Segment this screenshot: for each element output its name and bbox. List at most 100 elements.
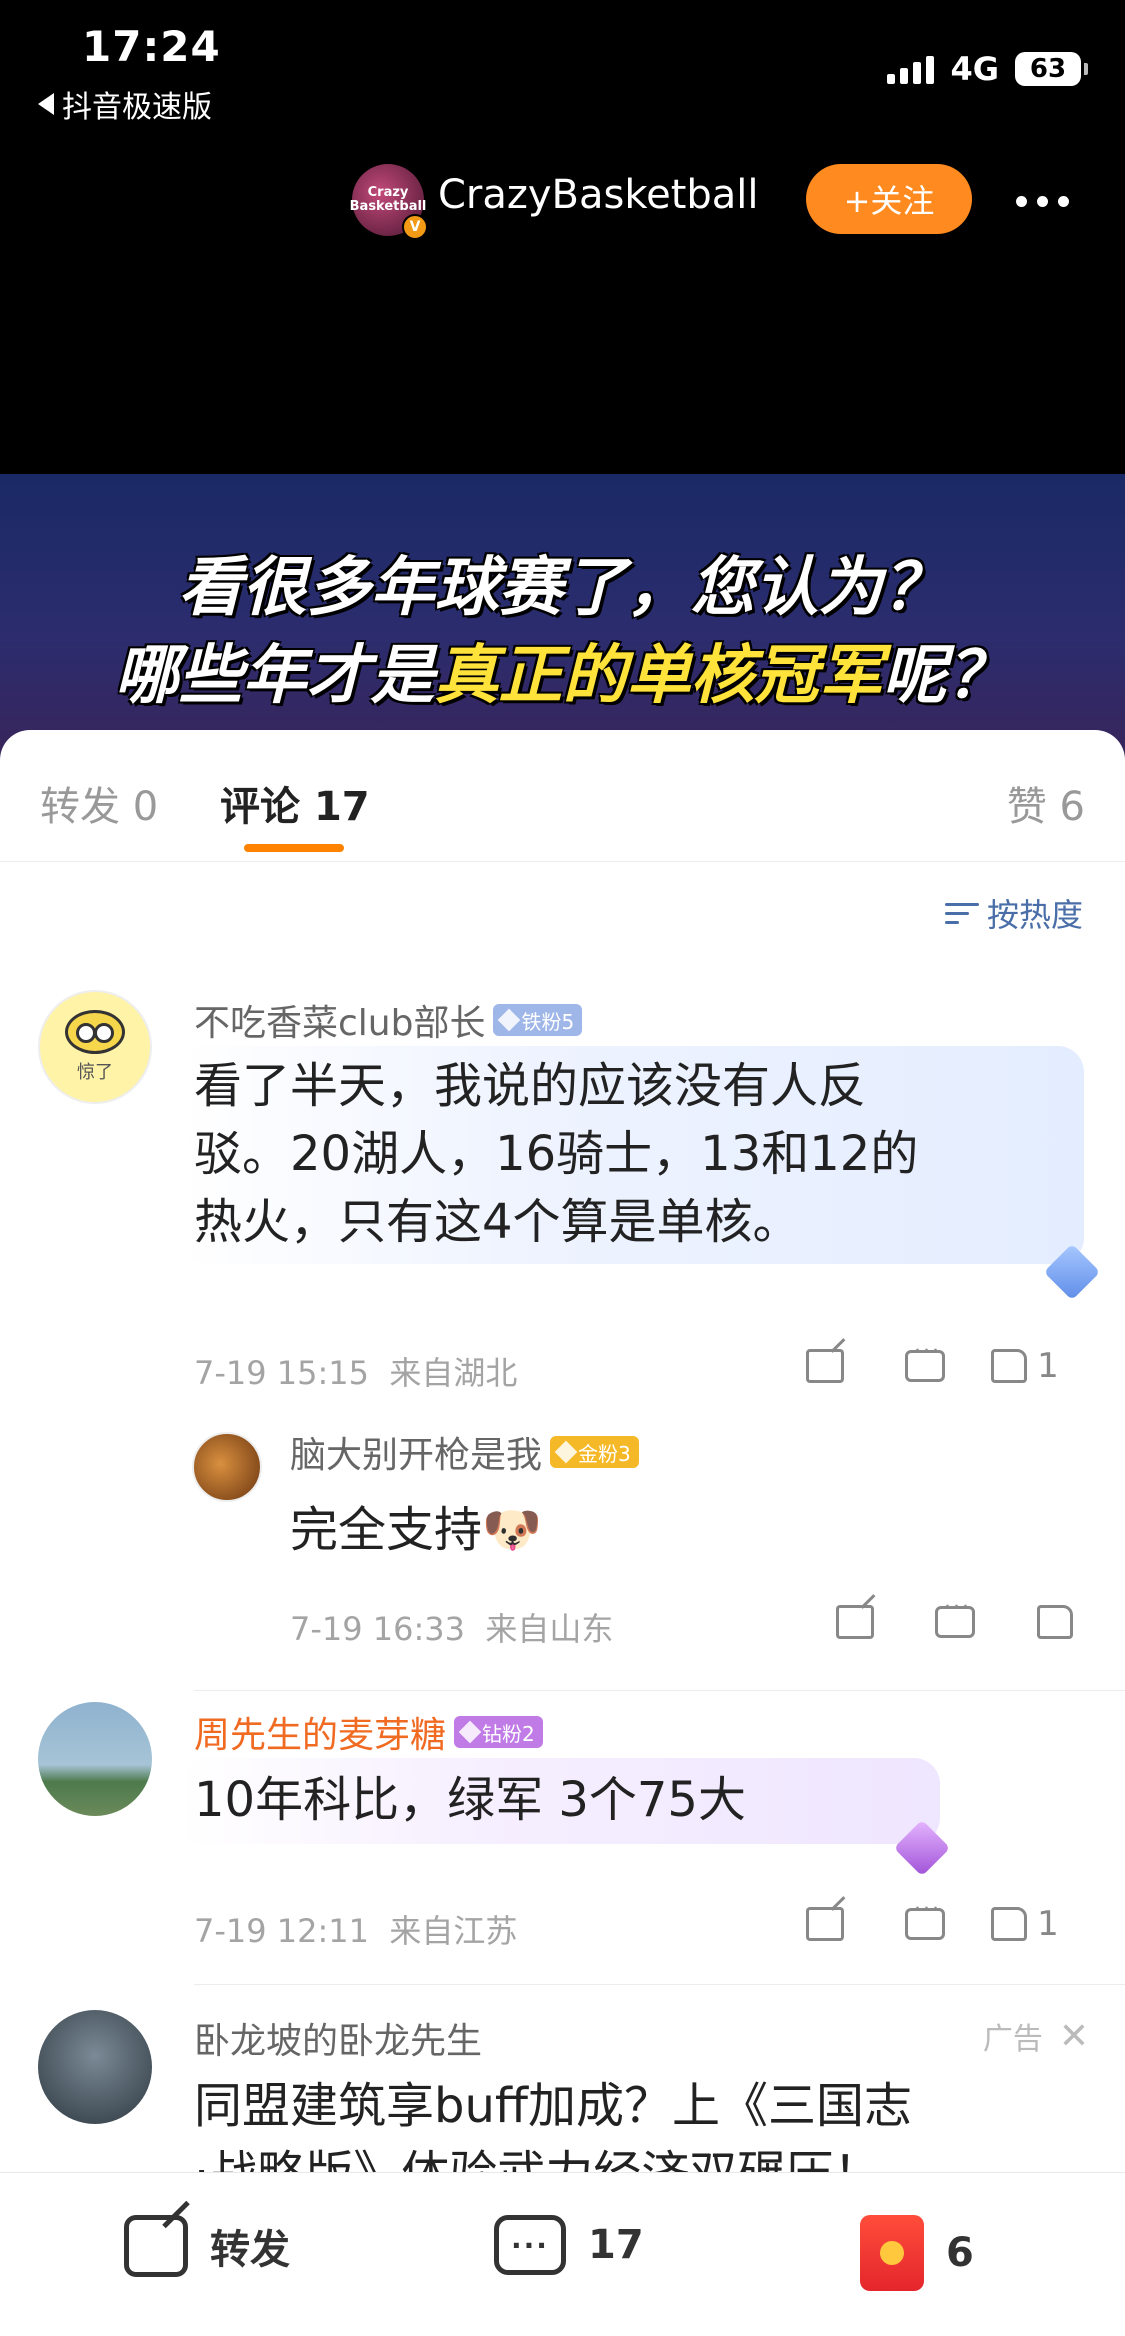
tab-like-count: 6 (1059, 784, 1085, 830)
back-arrow-icon (38, 93, 54, 115)
like-button[interactable]: 1 (975, 1902, 1075, 1946)
tab-repost-count: 0 (132, 784, 159, 830)
share-button[interactable] (775, 1344, 875, 1388)
tab-like-label: 赞 (1006, 784, 1047, 830)
like-count: 1 (1037, 1346, 1059, 1386)
comment-meta: 7-19 15:15 来自湖北 (194, 1348, 517, 1394)
banner-line2-highlight: 真正的单核冠军 (434, 639, 883, 713)
ad-text-line: 同盟建筑享buff加成？上《三国志 (194, 2078, 912, 2134)
avatar[interactable]: 惊了 (38, 990, 152, 1104)
video-banner[interactable]: 看很多年球赛了，您认为？ 哪些年才是真正的单核冠军呢？ (0, 474, 1125, 774)
like-button[interactable]: 6 (860, 2215, 974, 2291)
comment-username[interactable]: 周先生的麦芽糖 钻粉2 (194, 1706, 543, 1758)
like-button[interactable] (1005, 1600, 1105, 1644)
sort-button[interactable]: 按热度 (944, 890, 1083, 936)
ad-label: 广告 (982, 2022, 1043, 2057)
fan-badge-label: 金粉3 (578, 1441, 631, 1466)
battery-level: 63 (1029, 54, 1067, 84)
comment-icon (935, 1595, 975, 1638)
comment-icon: ··· (494, 2215, 566, 2275)
bottom-action-bar: 转发 ··· 17 6 (0, 2172, 1125, 2336)
status-indicators: 4G 63 (887, 50, 1088, 88)
close-icon[interactable]: ✕ (1059, 2016, 1089, 2057)
tab-like[interactable]: 赞 6 (1007, 774, 1085, 832)
share-icon (806, 1907, 844, 1941)
tab-comment[interactable]: 评论 17 (220, 774, 370, 832)
ad-tag: 广告 ✕ (983, 2014, 1089, 2058)
signal-icon (887, 54, 935, 84)
fan-badge-label: 铁粉5 (521, 1009, 575, 1034)
network-type: 4G (950, 50, 999, 88)
share-button[interactable] (775, 1902, 875, 1946)
comment-username[interactable]: 脑大别开枪是我 金粉3 (290, 1426, 639, 1478)
share-icon (124, 2215, 188, 2277)
battery-icon: 63 (1015, 52, 1088, 86)
author-name[interactable]: CrazyBasketball (438, 172, 759, 218)
banner-title-line2: 哪些年才是真正的单核冠军呢？ (0, 624, 1125, 716)
diamond-icon (498, 1008, 521, 1032)
reply-button[interactable] (905, 1595, 1005, 1644)
share-icon (836, 1605, 874, 1639)
tab-repost-label: 转发 (40, 784, 120, 830)
comment-meta: 7-19 12:11 来自江苏 (194, 1906, 517, 1952)
username-text: 周先生的麦芽糖 (194, 1715, 447, 1756)
author-avatar[interactable]: Crazy Basketball V (350, 164, 428, 240)
tab-repost[interactable]: 转发 0 (40, 774, 158, 832)
comment-actions: 1 (775, 1339, 1075, 1388)
status-time: 17:24 (82, 22, 221, 71)
avatar[interactable] (192, 1432, 262, 1502)
comment-meta: 7-19 16:33 来自山东 (290, 1604, 613, 1650)
sort-label: 按热度 (986, 896, 1083, 934)
comment-count: 17 (588, 2222, 644, 2268)
banner-title-line1: 看很多年球赛了，您认为？ (178, 551, 947, 625)
comment-text: 10年科比，绿军 3个75大 (194, 1772, 746, 1828)
tab-bar: 转发 0 评论 17 赞 6 (0, 730, 1125, 862)
fan-badge: 钻粉2 (454, 1716, 543, 1748)
like-button[interactable]: 1 (975, 1344, 1075, 1388)
username-text: 脑大别开枪是我 (290, 1435, 543, 1476)
banner-line2-end: 呢？ (882, 639, 1011, 713)
comment-text: 看了半天，我说的应该没有人反 驳。20湖人，16骑士，13和12的 热火，只有这… (194, 1052, 918, 1256)
like-count: 6 (946, 2230, 974, 2276)
reply-button[interactable] (875, 1897, 975, 1946)
comment-actions (805, 1595, 1105, 1644)
reply-button[interactable] (875, 1339, 975, 1388)
red-packet-icon (860, 2215, 924, 2291)
avatar-caption: 惊了 (77, 1062, 113, 1083)
active-tab-indicator (244, 844, 344, 852)
verified-icon: V (402, 214, 428, 240)
comment-time: 7-19 15:15 (194, 1354, 370, 1392)
comment-text-line: 热火，只有这4个算是单核。 (194, 1194, 801, 1250)
tab-comment-count: 17 (313, 784, 370, 830)
crown-icon (458, 1720, 482, 1744)
avatar[interactable] (38, 1702, 152, 1816)
repost-button[interactable]: 转发 (124, 2215, 290, 2277)
comment-location: 来自江苏 (389, 1912, 518, 1950)
emoji-face-icon (65, 1010, 125, 1054)
comment-time: 7-19 16:33 (290, 1610, 466, 1648)
comments-sheet: 转发 0 评论 17 赞 6 按热度 惊了 不吃香菜club部长 铁粉5 看了半… (0, 730, 1125, 2336)
back-app-label: 抖音极速版 (62, 90, 212, 125)
comment-location: 来自山东 (485, 1610, 614, 1648)
crown-icon (554, 1440, 578, 1464)
comment-text: 完全支持🐶 (290, 1502, 542, 1558)
avatar[interactable] (38, 2010, 152, 2124)
comment-icon (905, 1339, 945, 1382)
thumbs-up-icon (991, 1907, 1028, 1941)
thumbs-up-icon (991, 1349, 1028, 1383)
follow-button[interactable]: +关注 (806, 164, 972, 234)
ad-username[interactable]: 卧龙坡的卧龙先生 (194, 2012, 482, 2064)
share-button[interactable] (805, 1600, 905, 1644)
divider (194, 1984, 1125, 1985)
fan-badge-label: 钻粉2 (482, 1721, 535, 1746)
share-icon (806, 1349, 844, 1383)
comment-username[interactable]: 不吃香菜club部长 铁粉5 (194, 994, 583, 1046)
more-options-icon[interactable] (1016, 196, 1069, 207)
comment-time: 7-19 12:11 (194, 1912, 370, 1950)
back-to-app[interactable]: 抖音极速版 (38, 82, 212, 126)
sort-icon (944, 899, 979, 927)
comment-button[interactable]: ··· 17 (494, 2215, 644, 2275)
comment-location: 来自湖北 (389, 1354, 518, 1392)
repost-label: 转发 (210, 2227, 290, 2273)
comment-actions: 1 (775, 1897, 1075, 1946)
